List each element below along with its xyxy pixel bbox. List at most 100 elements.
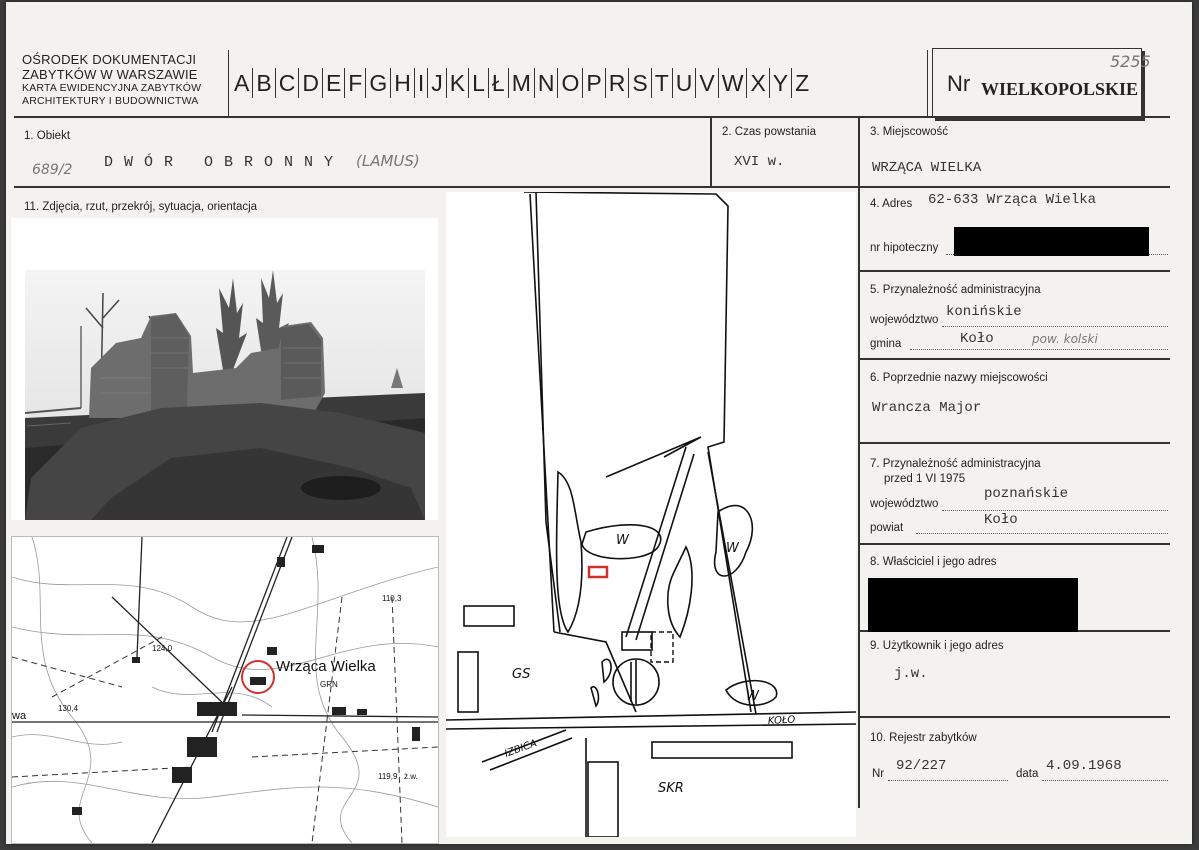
letter-index-item: C: [276, 68, 300, 98]
letter-index-item: P: [583, 68, 606, 98]
uzytkownik-value: j.w.: [894, 666, 928, 682]
letter-index-item: H: [391, 68, 415, 98]
wojewodztwo-1975-value: poznańskie: [984, 486, 1069, 502]
adres-value: 62-633 Wrząca Wielka: [928, 192, 1097, 208]
wojewodztwo-line: [942, 326, 1168, 327]
divider: [858, 543, 1170, 545]
letter-index-item: L: [469, 68, 489, 98]
miejscowosc-value: WRZĄCA WIELKA: [872, 160, 982, 176]
rejestr-data-label: data: [1016, 768, 1039, 780]
gmina-line: [910, 349, 1168, 350]
ruin-photo: [11, 218, 438, 520]
letter-index-item: B: [253, 68, 276, 98]
czas-label: 2. Czas powstania: [722, 126, 816, 138]
institution-line: ZABYTKÓW W WARSZAWIE: [22, 67, 198, 82]
letter-index-item: Z: [795, 70, 810, 96]
letter-index-item: O: [558, 68, 584, 98]
gmina-note: pow. kolski: [1032, 332, 1098, 346]
wlasciciel-label: 8. Właściciel i jego adres: [870, 556, 997, 568]
letter-index-item: N: [535, 68, 559, 98]
obiekt-note: (LAMUS): [356, 152, 420, 170]
powiat-value: Koło: [984, 512, 1018, 528]
wojewodztwo-label: województwo: [870, 314, 939, 326]
rejestr-data-value: 4.09.1968: [1046, 758, 1122, 774]
letter-index-item: V: [696, 68, 719, 98]
letter-index-item: K: [447, 68, 470, 98]
adres-label: 4. Adres: [870, 198, 913, 210]
inventory-card: OŚRODEK DOKUMENTACJI ZABYTKÓW W WARSZAWI…: [6, 2, 1192, 844]
letter-index-item: D: [299, 68, 323, 98]
letter-index-item: M: [509, 68, 535, 98]
poprzednie-label: 6. Poprzednie nazwy miejscowości: [870, 372, 1048, 384]
map-elevation: 110,3: [382, 594, 402, 603]
plan-skr-label: SKR: [658, 781, 684, 796]
przynaleznosc-1975-label: 7. Przynależność administracyjna: [870, 458, 1041, 470]
hipoteczny-label: nr hipoteczny: [870, 242, 939, 254]
redaction-bar: [868, 578, 1078, 632]
miejscowosc-label: 3. Miejscowość: [870, 126, 948, 138]
letter-index-item: E: [323, 68, 346, 98]
pond-label: W: [726, 541, 740, 556]
map-elevation: 119,9: [378, 772, 398, 781]
letter-index-item: Ł: [489, 68, 509, 98]
letter-index: ABCDEFGHIJKLŁMNOPRSTUVWXYZ: [231, 68, 812, 98]
obiekt-value: DWÓR OBRONNY: [104, 154, 345, 171]
rejestr-nr-line: [888, 780, 1008, 781]
map-grn-label: GRN: [320, 680, 338, 689]
letter-index-item: G: [366, 68, 392, 98]
divider: [858, 442, 1170, 444]
divider: [858, 116, 860, 808]
divider: [14, 116, 1170, 118]
rejestr-label: 10. Rejestr zabytków: [870, 732, 977, 744]
letter-index-item: A: [231, 68, 254, 98]
letter-index-item: U: [673, 68, 697, 98]
letter-index-item: J: [428, 68, 447, 98]
gmina-label: gmina: [870, 338, 902, 350]
letter-index-item: X: [747, 68, 770, 98]
letter-index-item: Y: [770, 68, 793, 98]
letter-index-item: T: [652, 68, 673, 98]
letter-index-item: R: [606, 68, 630, 98]
institution-line: OŚRODEK DOKUMENTACJI: [22, 52, 197, 67]
gmina-value: Koło: [960, 331, 994, 347]
institution-line: KARTA EWIDENCYJNA ZABYTKÓW: [22, 82, 202, 94]
institution-line: ARCHITEKTURY I BUDOWNICTWA: [22, 95, 199, 107]
plan-gs-label: GS: [512, 667, 530, 682]
wojewodztwo-1975-label: województwo: [870, 498, 939, 510]
uzytkownik-label: 9. Użytkownik i jego adres: [870, 640, 1004, 652]
nr-value: WIELKOPOLSKIE: [981, 79, 1139, 99]
divider: [14, 186, 1170, 188]
map-wa-label: wa: [12, 710, 27, 722]
letter-index-item: W: [719, 68, 748, 98]
redaction-bar: [954, 227, 1149, 256]
przynaleznosc-1975-date: przed 1 VI 1975: [884, 473, 966, 485]
divider: [710, 116, 712, 186]
obiekt-code: 689/2: [32, 162, 73, 178]
divider: [858, 358, 1170, 360]
road-label-kolo: KOŁO: [768, 715, 796, 727]
card-number: 5255: [1110, 52, 1151, 71]
rejestr-nr-label: Nr: [872, 768, 885, 780]
site-plan: W W W GS SKR KOŁO IZBICA: [446, 192, 856, 837]
map-place-label: Wrząca Wielka: [276, 658, 376, 675]
pond-label: W: [616, 533, 630, 548]
letter-index-item: I: [415, 68, 429, 98]
rejestr-nr-value: 92/227: [896, 758, 947, 774]
letter-index-item: F: [345, 68, 367, 98]
pond-label: W: [746, 689, 760, 704]
czas-value: XVI w.: [734, 154, 785, 170]
obiekt-label: 1. Obiekt: [24, 130, 71, 142]
divider: [858, 270, 1170, 272]
powiat-line: [916, 533, 1168, 534]
poprzednie-value: Wrancza Major: [872, 400, 982, 416]
wojewodztwo-value: konińskie: [946, 304, 1022, 320]
institution-block: OŚRODEK DOKUMENTACJI ZABYTKÓW W WARSZAWI…: [22, 52, 201, 108]
wojewodztwo-1975-line: [942, 510, 1168, 511]
topographic-map: Wrząca Wielka GRN 110,3 124,0 130,4 wa 1…: [11, 536, 439, 844]
przynaleznosc-label: 5. Przynależność administracyjna: [870, 284, 1041, 296]
map-zw-label: ż.w.: [404, 772, 418, 781]
letter-index-item: S: [629, 68, 652, 98]
road-label-izbica: IZBICA: [503, 738, 538, 760]
zdjecia-label: 11. Zdjęcia, rzut, przekrój, sytuacja, o…: [24, 201, 258, 213]
map-elevation: 130,4: [58, 704, 79, 713]
